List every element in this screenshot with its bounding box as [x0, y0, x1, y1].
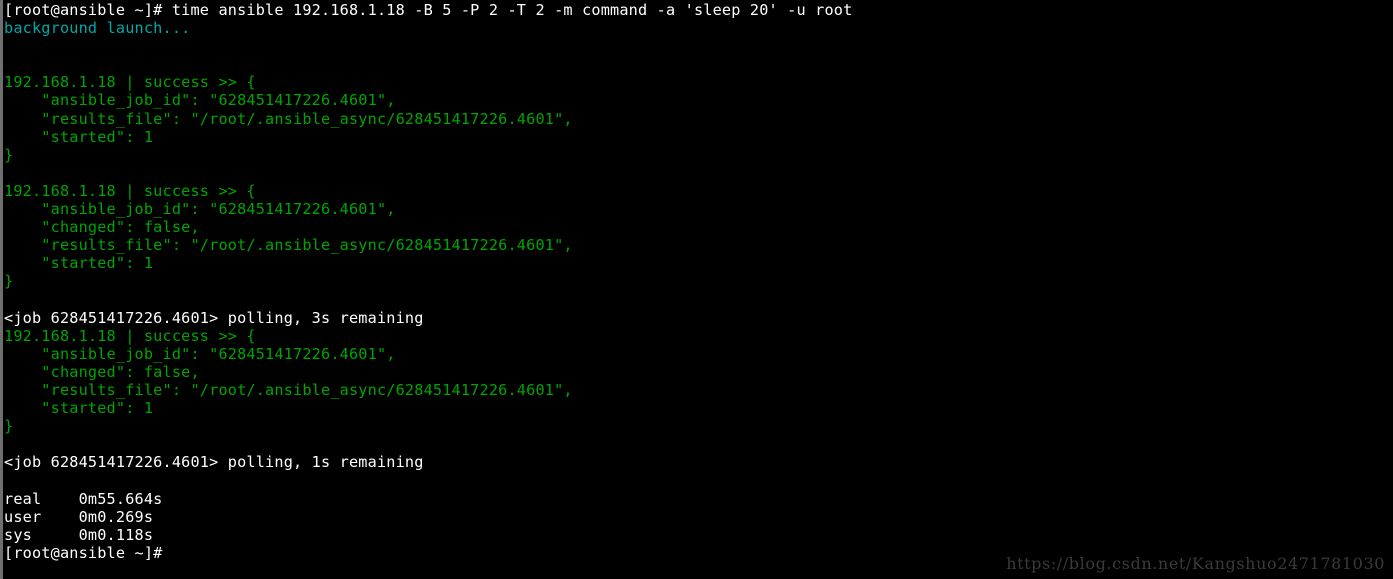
terminal-line: "changed": false, [4, 218, 200, 237]
terminal-line: user 0m0.269s [4, 507, 154, 526]
terminal-line: } [4, 272, 14, 291]
terminal-line: 192.168.1.18 | success >> { [4, 73, 256, 92]
terminal-line: "results_file": "/root/.ansible_async/62… [4, 380, 573, 399]
terminal-line: "ansible_job_id": "628451417226.4601", [4, 200, 396, 219]
terminal-line: background launch... [4, 19, 191, 38]
terminal-window[interactable]: [root@ansible ~]# time ansible 192.168.1… [0, 0, 1393, 579]
watermark-text: https://blog.csdn.net/Kangshuo2471781030 [1006, 554, 1385, 573]
terminal-line: 192.168.1.18 | success >> { [4, 181, 256, 200]
terminal-line: <job 628451417226.4601> polling, 3s rema… [4, 308, 424, 327]
terminal-line: real 0m55.664s [4, 489, 163, 508]
terminal-line: } [4, 145, 14, 164]
terminal-line: 192.168.1.18 | success >> { [4, 326, 256, 345]
terminal-line: "started": 1 [4, 127, 154, 146]
terminal-line: "results_file": "/root/.ansible_async/62… [4, 236, 573, 255]
terminal-line: "results_file": "/root/.ansible_async/62… [4, 109, 573, 128]
terminal-line: } [4, 417, 14, 436]
terminal-line: "started": 1 [4, 254, 154, 273]
terminal-line: "ansible_job_id": "628451417226.4601", [4, 91, 396, 110]
terminal-output: [root@ansible ~]# time ansible 192.168.1… [4, 1, 1393, 562]
terminal-left-edge-strip [0, 0, 3, 579]
terminal-line: "ansible_job_id": "628451417226.4601", [4, 344, 396, 363]
terminal-line: [root@ansible ~]# time ansible 192.168.1… [4, 1, 853, 19]
terminal-line: "changed": false, [4, 362, 200, 381]
terminal-line: "started": 1 [4, 399, 154, 418]
terminal-line: <job 628451417226.4601> polling, 1s rema… [4, 453, 424, 472]
terminal-line: sys 0m0.118s [4, 525, 154, 544]
